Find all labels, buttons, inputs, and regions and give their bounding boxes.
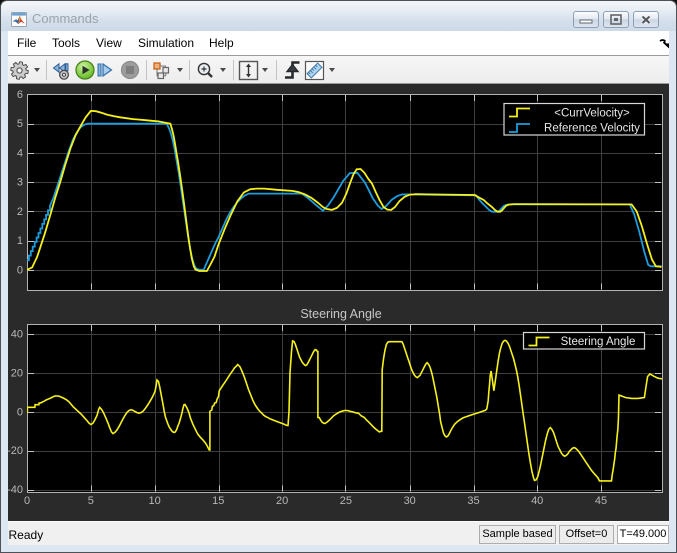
svg-text:45: 45 bbox=[595, 495, 607, 507]
svg-text:0: 0 bbox=[17, 406, 23, 418]
svg-text:0: 0 bbox=[24, 495, 30, 507]
svg-text:20: 20 bbox=[276, 495, 288, 507]
svg-text:6: 6 bbox=[17, 89, 23, 101]
svg-text:-20: -20 bbox=[8, 445, 23, 457]
svg-text:2: 2 bbox=[17, 206, 23, 218]
svg-text:<CurrVelocity>: <CurrVelocity> bbox=[554, 108, 630, 120]
svg-text:15: 15 bbox=[212, 495, 224, 507]
svg-text:40: 40 bbox=[11, 329, 23, 341]
svg-text:25: 25 bbox=[340, 495, 352, 507]
svg-text:1: 1 bbox=[17, 235, 23, 247]
svg-text:5: 5 bbox=[88, 495, 94, 507]
svg-text:5: 5 bbox=[17, 118, 23, 130]
svg-text:3: 3 bbox=[17, 177, 23, 189]
svg-text:20: 20 bbox=[11, 368, 23, 380]
svg-text:4: 4 bbox=[17, 147, 23, 159]
svg-text:Reference Velocity: Reference Velocity bbox=[544, 123, 640, 135]
svg-text:-40: -40 bbox=[8, 484, 23, 496]
svg-text:Steering Angle: Steering Angle bbox=[300, 307, 381, 321]
svg-text:35: 35 bbox=[467, 495, 479, 507]
svg-text:0: 0 bbox=[17, 264, 23, 276]
svg-text:40: 40 bbox=[531, 495, 543, 507]
svg-text:30: 30 bbox=[404, 495, 416, 507]
svg-text:Steering Angle: Steering Angle bbox=[561, 336, 636, 348]
svg-text:10: 10 bbox=[148, 495, 160, 507]
